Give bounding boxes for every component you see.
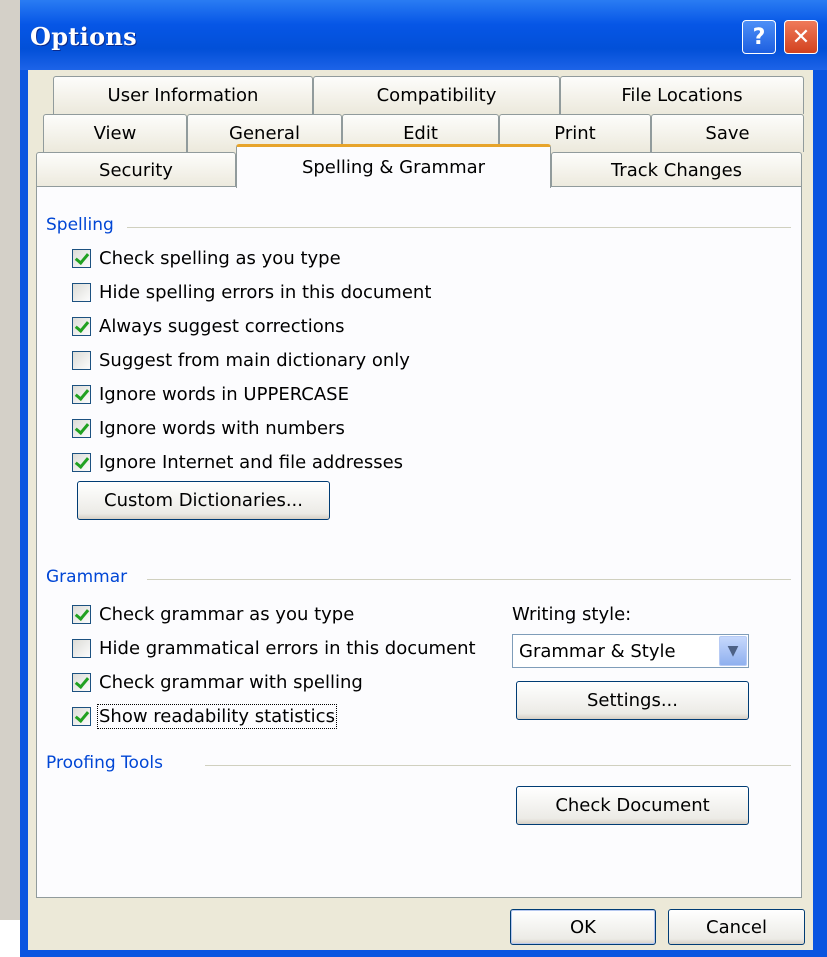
window-title: Options <box>30 22 137 51</box>
checkbox-label: Always suggest corrections <box>99 316 345 337</box>
settings-button[interactable]: Settings... <box>516 681 749 720</box>
spelling-heading: Spelling <box>46 215 114 235</box>
spelling-grammar-panel: Spelling Check spelling as you type Hide… <box>36 186 802 898</box>
tab-compatibility[interactable]: Compatibility <box>313 76 560 114</box>
tab-label: User Information <box>107 85 259 106</box>
title-bar[interactable]: Options ? ✕ <box>20 0 827 70</box>
checkbox-label: Ignore words in UPPERCASE <box>99 384 349 405</box>
checkbox-label: Check spelling as you type <box>99 248 341 269</box>
hide-spelling-errors[interactable]: Hide spelling errors in this document <box>72 282 431 303</box>
tab-label: File Locations <box>621 85 743 106</box>
checkbox-checked[interactable] <box>72 317 91 336</box>
help-button[interactable]: ? <box>742 20 776 54</box>
ignore-words-with-numbers[interactable]: Ignore words with numbers <box>72 418 345 439</box>
tab-label: Save <box>705 123 750 144</box>
check-grammar-as-you-type[interactable]: Check grammar as you type <box>72 604 354 625</box>
checkbox-unchecked[interactable] <box>72 639 91 658</box>
tab-track-changes[interactable]: Track Changes <box>551 152 802 188</box>
dialog-client-area: User Information Compatibility File Loca… <box>28 70 813 950</box>
checkbox-label: Hide grammatical errors in this document <box>99 638 476 659</box>
options-dialog: Options ? ✕ User Information Compatibili… <box>20 0 827 957</box>
writing-style-label: Writing style: <box>512 604 632 625</box>
tab-spelling-and-grammar[interactable]: Spelling & Grammar <box>236 144 551 188</box>
tab-label: Edit <box>403 123 438 144</box>
spelling-divider <box>127 227 791 228</box>
tab-label: View <box>93 123 137 144</box>
check-spelling-as-you-type[interactable]: Check spelling as you type <box>72 248 341 269</box>
tab-label: General <box>229 123 300 144</box>
checkbox-label: Ignore words with numbers <box>99 418 345 439</box>
help-icon: ? <box>752 24 766 50</box>
button-label: Check Document <box>555 795 710 816</box>
button-label: Custom Dictionaries... <box>104 490 303 511</box>
checkbox-label: Check grammar with spelling <box>99 672 363 693</box>
tab-view[interactable]: View <box>43 114 187 152</box>
check-grammar-with-spelling[interactable]: Check grammar with spelling <box>72 672 363 693</box>
close-icon: ✕ <box>791 24 811 50</box>
writing-style-value: Grammar & Style <box>519 640 676 662</box>
ignore-uppercase[interactable]: Ignore words in UPPERCASE <box>72 384 349 405</box>
ignore-internet-addresses[interactable]: Ignore Internet and file addresses <box>72 452 403 473</box>
close-button[interactable]: ✕ <box>784 20 818 54</box>
button-label: Settings... <box>587 690 678 711</box>
tab-label: Track Changes <box>610 160 743 181</box>
proofing-divider <box>205 765 791 766</box>
proofing-tools-heading: Proofing Tools <box>46 753 163 773</box>
hide-grammatical-errors[interactable]: Hide grammatical errors in this document <box>72 638 476 659</box>
tab-label: Security <box>99 160 173 181</box>
checkbox-checked[interactable] <box>72 249 91 268</box>
checkbox-checked[interactable] <box>72 605 91 624</box>
tab-save[interactable]: Save <box>651 114 804 152</box>
chevron-down-icon[interactable]: ▼ <box>719 636 747 666</box>
checkbox-label: Show readability statistics <box>97 704 337 729</box>
checkbox-unchecked[interactable] <box>72 283 91 302</box>
cancel-button[interactable]: Cancel <box>668 909 805 945</box>
show-readability-statistics[interactable]: Show readability statistics <box>72 704 337 729</box>
tab-label: Compatibility <box>376 85 497 106</box>
tab-security[interactable]: Security <box>36 152 236 188</box>
grammar-heading: Grammar <box>46 567 128 587</box>
checkbox-checked[interactable] <box>72 707 91 726</box>
background-window-edge <box>0 0 20 920</box>
checkbox-unchecked[interactable] <box>72 351 91 370</box>
checkbox-checked[interactable] <box>72 673 91 692</box>
suggest-from-main-dictionary[interactable]: Suggest from main dictionary only <box>72 350 410 371</box>
checkbox-checked[interactable] <box>72 385 91 404</box>
writing-style-select[interactable]: Grammar & Style ▼ <box>512 634 749 668</box>
ok-button[interactable]: OK <box>510 909 656 945</box>
checkbox-label: Ignore Internet and file addresses <box>99 452 404 473</box>
checkbox-checked[interactable] <box>72 453 91 472</box>
button-label: OK <box>570 916 596 938</box>
checkbox-label: Check grammar as you type <box>99 604 355 625</box>
check-document-button[interactable]: Check Document <box>516 786 749 825</box>
button-label: Cancel <box>706 916 767 938</box>
tab-label: Print <box>554 123 596 144</box>
tab-file-locations[interactable]: File Locations <box>560 76 804 114</box>
checkbox-checked[interactable] <box>72 419 91 438</box>
grammar-divider <box>147 579 791 580</box>
tab-label: Spelling & Grammar <box>301 157 486 178</box>
always-suggest-corrections[interactable]: Always suggest corrections <box>72 316 345 337</box>
tab-user-information[interactable]: User Information <box>53 76 313 114</box>
checkbox-label: Suggest from main dictionary only <box>99 350 410 371</box>
checkbox-label: Hide spelling errors in this document <box>99 282 432 303</box>
custom-dictionaries-button[interactable]: Custom Dictionaries... <box>77 481 330 520</box>
